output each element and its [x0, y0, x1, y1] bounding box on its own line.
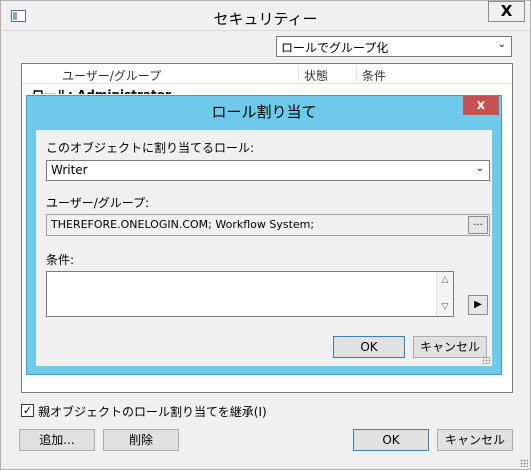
resize-grip-icon[interactable]	[482, 356, 490, 364]
users-field: THEREFORE.ONELOGIN.COM; Workflow System;…	[46, 214, 490, 236]
dialog-body: このオブジェクトに割り当てるロール: Writer ⌄ ユーザー/グループ: T…	[36, 130, 492, 366]
window-resize-grip-icon[interactable]	[520, 459, 528, 467]
chevron-down-icon: ⌄	[497, 39, 506, 50]
condition-textarea[interactable]: △ ▽	[46, 271, 454, 317]
cancel-button[interactable]: キャンセル	[437, 429, 513, 451]
checkmark-icon: ✓	[22, 404, 33, 417]
role-select[interactable]: Writer ⌄	[46, 160, 490, 181]
add-button[interactable]: 追加...	[19, 429, 95, 451]
role-value: Writer	[51, 163, 88, 177]
window-titlebar: セキュリティー X	[1, 1, 530, 31]
users-value: THEREFORE.ONELOGIN.COM; Workflow System;	[51, 218, 315, 231]
groupby-value: ロールでグループ化	[281, 41, 389, 55]
security-window: セキュリティー X ロールでグループ化 ⌄ ユーザー/グループ 状態 条件 ロー…	[0, 0, 531, 470]
column-divider	[298, 66, 299, 82]
chevron-down-icon: ⌄	[475, 163, 484, 174]
column-condition[interactable]: 条件	[362, 67, 386, 84]
scroll-down-icon[interactable]: ▽	[437, 300, 453, 315]
window-title: セキュリティー	[213, 10, 318, 28]
browse-users-button[interactable]: ...	[468, 216, 488, 234]
groupby-select[interactable]: ロールでグループ化 ⌄	[276, 36, 512, 57]
condition-expand-button[interactable]: ▶	[468, 295, 488, 315]
condition-scrollbar[interactable]: △ ▽	[436, 272, 453, 316]
ok-button[interactable]: OK	[353, 429, 429, 451]
column-user-group[interactable]: ユーザー/グループ	[62, 67, 161, 84]
window-close-button[interactable]: X	[488, 1, 525, 22]
users-label: ユーザー/グループ:	[46, 196, 150, 210]
dialog-title: ロール割り当て	[211, 103, 317, 121]
list-item[interactable]: ロール: Administrator	[32, 86, 171, 94]
role-label: このオブジェクトに割り当てるロール:	[46, 141, 255, 155]
role-assignment-dialog: ロール割り当て x このオブジェクトに割り当てるロール: Writer ⌄ ユー…	[26, 95, 502, 375]
scroll-up-icon[interactable]: △	[437, 273, 453, 288]
dialog-cancel-button[interactable]: キャンセル	[413, 336, 487, 358]
condition-label: 条件:	[46, 253, 75, 267]
inherit-checkbox[interactable]: ✓	[21, 404, 34, 417]
list-header: ユーザー/グループ 状態 条件	[22, 64, 512, 84]
dialog-close-button[interactable]: x	[463, 96, 499, 115]
play-arrow-icon: ▶	[474, 299, 482, 310]
delete-button[interactable]: 削除	[103, 429, 179, 451]
column-divider	[356, 66, 357, 82]
column-state[interactable]: 状態	[304, 67, 328, 84]
inherit-label[interactable]: 親オブジェクトのロール割り当てを継承(I)	[38, 403, 267, 420]
dialog-ok-button[interactable]: OK	[333, 336, 405, 358]
